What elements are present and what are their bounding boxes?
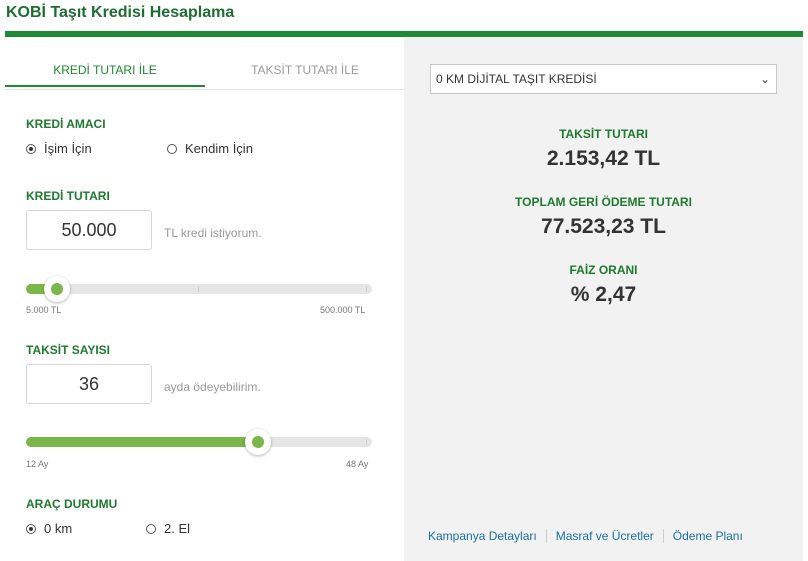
campaign-details-link[interactable]: Kampanya Detayları bbox=[428, 529, 537, 543]
link-divider bbox=[545, 529, 547, 543]
installment-slider-fill bbox=[26, 437, 258, 447]
purpose-option-business[interactable]: İşim İçin bbox=[26, 141, 92, 156]
credit-product-value: 0 KM DİJİTAL TAŞIT KREDİSİ bbox=[436, 72, 597, 86]
link-divider bbox=[662, 529, 664, 543]
input-panel: KREDİ TUTARI İLE TAKSİT TUTARI İLE KREDİ… bbox=[5, 37, 404, 561]
total-result-value: 77.523,23 TL bbox=[541, 215, 666, 238]
radio-checked-icon bbox=[26, 523, 36, 534]
slider-tick bbox=[366, 286, 367, 292]
calculation-tabs: KREDİ TUTARI İLE TAKSİT TUTARI İLE bbox=[5, 37, 404, 90]
calculator-card: KREDİ TUTARI İLE TAKSİT TUTARI İLE KREDİ… bbox=[5, 31, 803, 561]
amount-min-label: 5.000 TL bbox=[26, 305, 62, 315]
installments-max-label: 48 Ay bbox=[346, 459, 369, 469]
vehicle-option-new-label: 0 km bbox=[44, 521, 73, 536]
loan-amount-input[interactable]: 50.000 bbox=[26, 210, 152, 250]
page-title: KOBİ Taşıt Kredisi Hesaplama bbox=[6, 4, 235, 21]
installment-slider-handle[interactable] bbox=[244, 429, 271, 455]
active-tab-indicator bbox=[5, 85, 205, 87]
purpose-option-personal[interactable]: Kendim İçin bbox=[167, 141, 253, 156]
result-panel: 0 KM DİJİTAL TAŞIT KREDİSİ ⌄ TAKSİT TUTA… bbox=[404, 37, 803, 561]
loan-amount-slider[interactable] bbox=[26, 284, 372, 294]
vehicle-option-used[interactable]: 2. El bbox=[146, 521, 190, 536]
vehicle-option-new[interactable]: 0 km bbox=[26, 521, 72, 536]
footer-links: Kampanya Detayları Masraf ve Ücretler Öd… bbox=[428, 529, 743, 543]
radio-checked-icon bbox=[26, 143, 36, 154]
installment-result-value: 2.153,42 TL bbox=[546, 147, 661, 170]
chevron-down-icon: ⌄ bbox=[759, 72, 770, 86]
slider-tick bbox=[198, 286, 199, 292]
amount-label: KREDİ TUTARI bbox=[26, 189, 110, 203]
purpose-option-business-label: İşim İçin bbox=[44, 141, 92, 156]
installment-count-hint: ayda ödeyebilirim. bbox=[164, 380, 261, 394]
installment-count-input[interactable]: 36 bbox=[26, 364, 152, 404]
credit-product-select[interactable]: 0 KM DİJİTAL TAŞIT KREDİSİ ⌄ bbox=[430, 64, 777, 94]
amount-max-label: 500.000 TL bbox=[320, 305, 366, 315]
loan-amount-slider-handle[interactable] bbox=[44, 276, 71, 302]
radio-unchecked-icon bbox=[167, 143, 177, 154]
tab-installment-amount[interactable]: TAKSİT TUTARI İLE bbox=[205, 63, 405, 77]
loan-amount-hint: TL kredi istiyorum. bbox=[164, 226, 262, 240]
vehicle-option-used-label: 2. El bbox=[164, 521, 191, 536]
total-result-label: TOPLAM GERİ ÖDEME TUTARI bbox=[515, 195, 692, 209]
purpose-option-personal-label: Kendim İçin bbox=[185, 141, 253, 156]
installment-result-label: TAKSİT TUTARI bbox=[559, 127, 648, 141]
payment-plan-link[interactable]: Ödeme Planı bbox=[673, 529, 743, 543]
vehicle-status-label: ARAÇ DURUMU bbox=[26, 497, 118, 511]
purpose-label: KREDİ AMACI bbox=[26, 117, 106, 131]
slider-tick bbox=[366, 439, 367, 445]
rate-result-label: FAİZ ORANI bbox=[569, 263, 638, 277]
rate-result-value: % 2,47 bbox=[570, 283, 637, 306]
installment-slider[interactable] bbox=[26, 437, 372, 447]
fees-link[interactable]: Masraf ve Ücretler bbox=[556, 529, 654, 543]
radio-unchecked-icon bbox=[146, 523, 156, 534]
installments-label: TAKSİT SAYISI bbox=[26, 343, 111, 357]
tab-loan-amount[interactable]: KREDİ TUTARI İLE bbox=[5, 63, 205, 77]
installments-min-label: 12 Ay bbox=[26, 459, 49, 469]
